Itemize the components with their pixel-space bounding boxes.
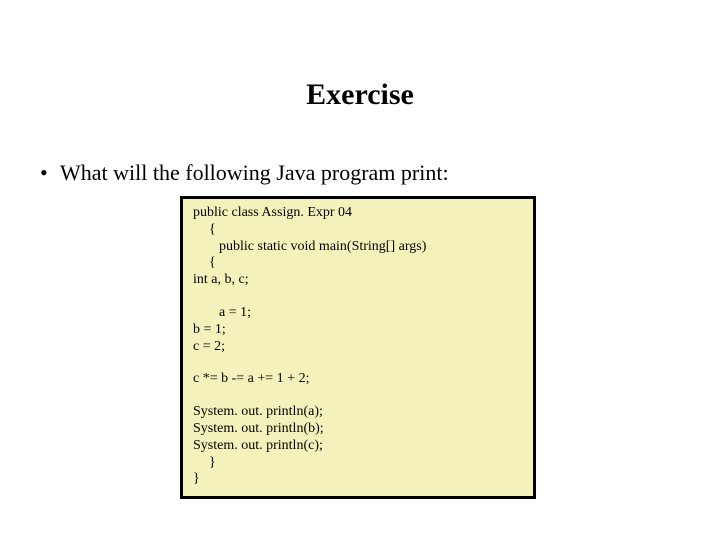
blank-line: [193, 388, 523, 404]
bullet-item: • What will the following Java program p…: [40, 160, 449, 186]
bullet-text: What will the following Java program pri…: [60, 160, 449, 186]
code-line: {: [193, 255, 523, 272]
code-line: c *= b -= a += 1 + 2;: [193, 371, 523, 388]
code-line: int a, b, c;: [193, 272, 523, 289]
slide: Exercise • What will the following Java …: [0, 0, 720, 540]
code-line: a = 1;: [193, 305, 523, 322]
page-title: Exercise: [0, 78, 720, 112]
code-line: b = 1;: [193, 322, 523, 339]
code-line: }: [193, 471, 523, 488]
code-line: public class Assign. Expr 04: [193, 205, 523, 222]
blank-line: [193, 355, 523, 371]
code-line: System. out. println(b);: [193, 421, 523, 438]
code-line: c = 2;: [193, 339, 523, 356]
code-line: public static void main(String[] args): [193, 239, 523, 256]
blank-line: [193, 289, 523, 305]
code-line: }: [193, 455, 523, 472]
code-line: System. out. println(a);: [193, 404, 523, 421]
code-line: System. out. println(c);: [193, 438, 523, 455]
bullet-dot: •: [40, 160, 60, 186]
code-line: {: [193, 222, 523, 239]
code-block: public class Assign. Expr 04 { public st…: [180, 196, 536, 499]
